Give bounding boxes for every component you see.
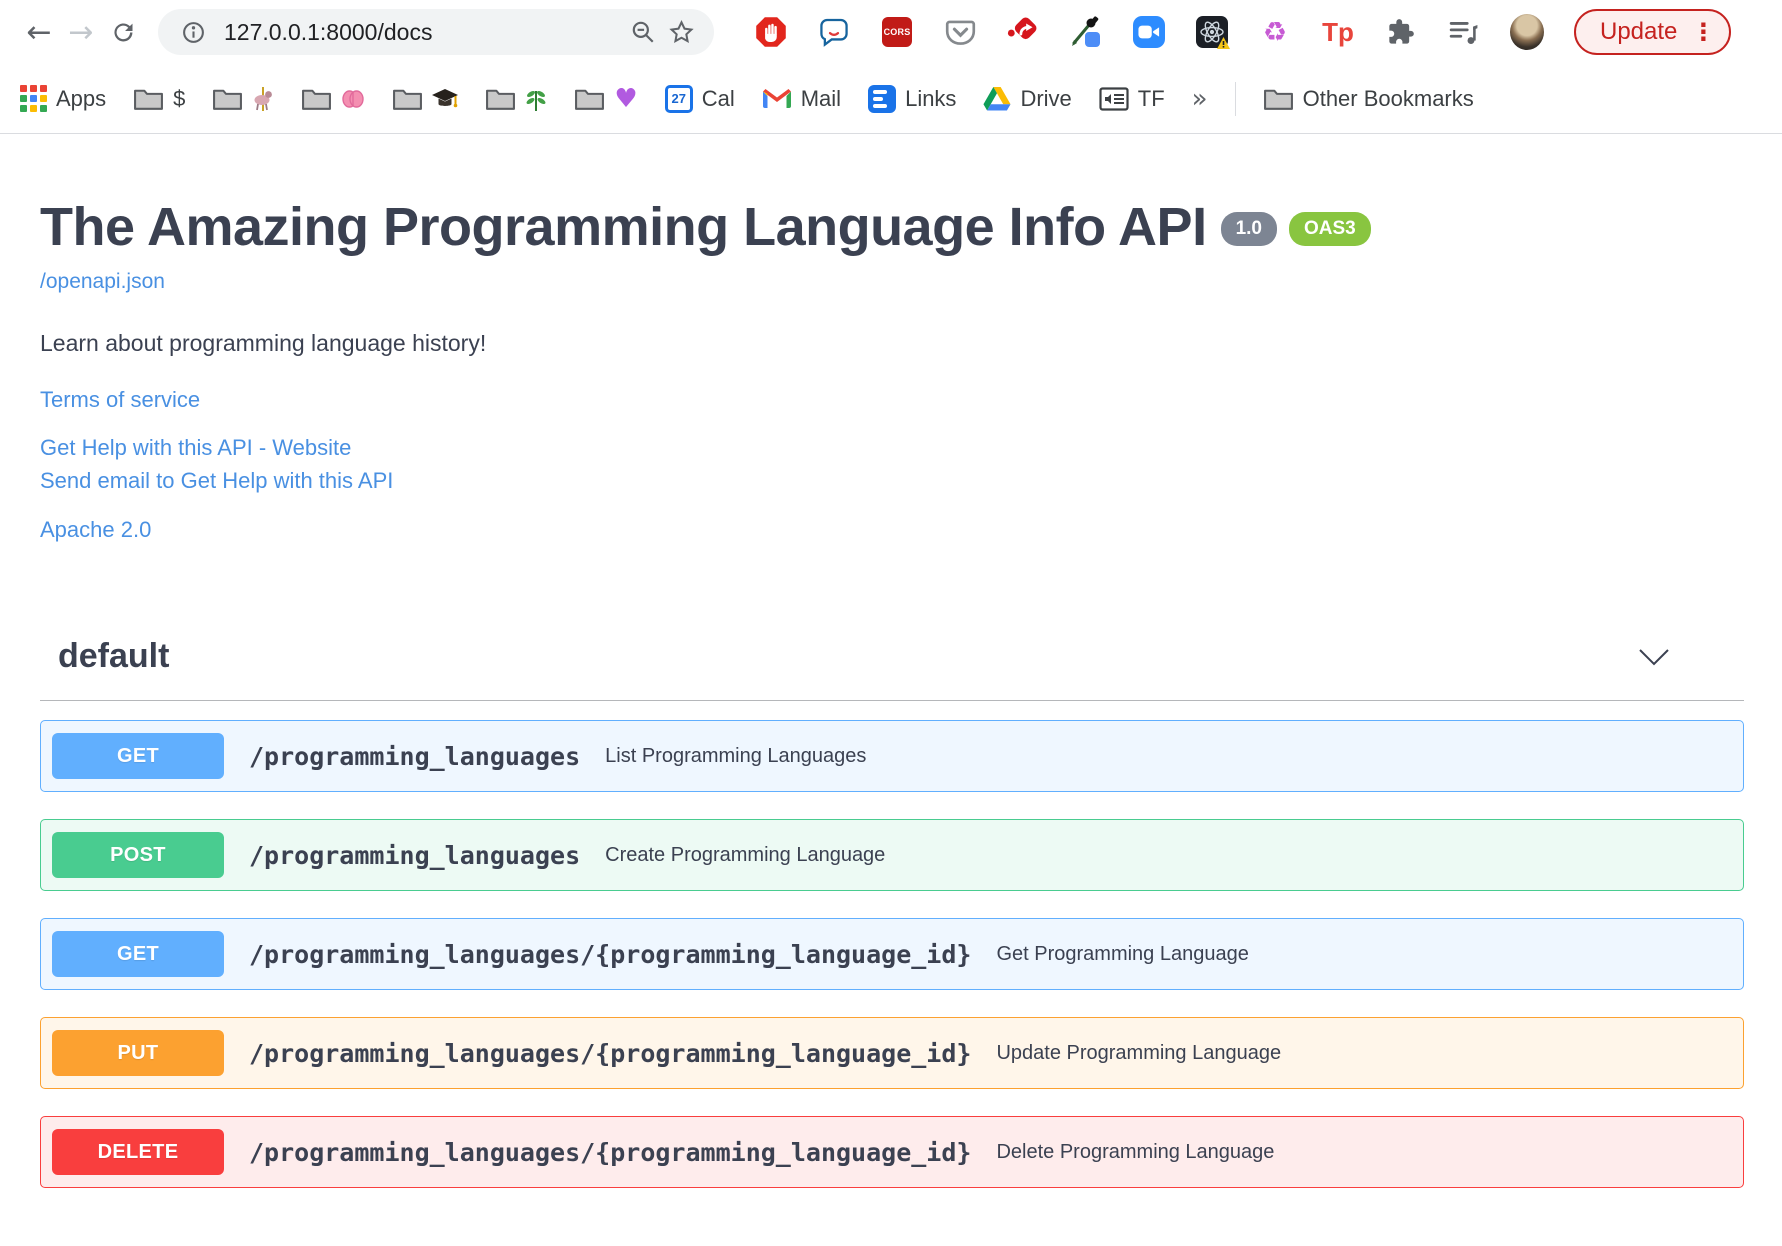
bookmark-drive[interactable]: Drive [983, 86, 1072, 112]
zoom-level-icon[interactable] [624, 13, 662, 51]
endpoint-path: /programming_languages/{programming_lang… [249, 1038, 972, 1068]
endpoint-row[interactable]: POST /programming_languages Create Progr… [40, 819, 1744, 891]
cors-icon[interactable]: CORS [880, 15, 914, 49]
browser-toolbar: ← → 127.0.0.1:8000/docs CORS ♻ Tp Update… [0, 0, 1782, 64]
method-badge: POST [52, 832, 224, 878]
forward-icon: → [68, 14, 94, 50]
method-badge: PUT [52, 1030, 224, 1076]
reload-icon[interactable] [102, 11, 144, 53]
apps-grid-icon [20, 85, 47, 112]
page-title: The Amazing Programming Language Info AP… [40, 197, 1207, 257]
bookmark-folder-carousel-horse[interactable] [212, 85, 274, 112]
bookmarks-divider [1234, 81, 1236, 116]
apps-shortcut[interactable]: Apps [20, 85, 106, 112]
chevron-down-icon[interactable] [1638, 648, 1670, 666]
purple-heart-icon: ♥ [614, 83, 638, 114]
bookmark-folder-purple-heart[interactable]: ♥ [574, 83, 638, 114]
carousel-horse-icon [254, 86, 273, 111]
url-text[interactable]: 127.0.0.1:8000/docs [224, 19, 624, 46]
folder-icon [575, 89, 605, 110]
profile-avatar[interactable] [1510, 14, 1544, 50]
api-description: Learn about programming language history… [40, 330, 487, 356]
tp-extension-icon[interactable]: Tp [1321, 15, 1355, 49]
gmail-icon [762, 89, 791, 108]
license-link[interactable]: Apache 2.0 [40, 517, 1744, 543]
recycle-extension-icon[interactable]: ♻ [1258, 15, 1292, 49]
endpoint-summary: List Programming Languages [605, 744, 867, 767]
bookmark-links[interactable]: Links [868, 84, 956, 113]
back-icon[interactable]: ← [18, 11, 60, 53]
chat-bubble-icon[interactable] [817, 15, 851, 49]
bookmark-calendar[interactable]: 27 Cal [664, 84, 735, 113]
default-section-header[interactable]: default [40, 637, 1744, 701]
folder-icon [393, 89, 423, 110]
eyedropper-icon[interactable] [1069, 15, 1103, 49]
oas3-badge: OAS3 [1289, 212, 1371, 246]
bookmark-folder-dollar[interactable]: $ [133, 85, 185, 112]
bookmark-folder-brain[interactable] [301, 85, 365, 112]
herb-icon [526, 90, 546, 111]
google-calendar-icon: 27 [664, 84, 693, 113]
zoom-app-icon[interactable] [1132, 15, 1166, 49]
playlist-icon[interactable] [1447, 15, 1481, 49]
endpoint-summary: Update Programming Language [996, 1041, 1282, 1064]
update-button[interactable]: Update ⋮ [1574, 9, 1732, 55]
method-badge: GET [52, 931, 224, 977]
endpoint-summary: Get Programming Language [996, 942, 1249, 965]
folder-icon [1263, 89, 1293, 110]
method-badge: GET [52, 733, 224, 779]
method-badge: DELETE [52, 1129, 224, 1175]
endpoint-path: /programming_languages/{programming_lang… [249, 1137, 972, 1167]
endpoint-row[interactable]: DELETE /programming_languages/{programmi… [40, 1116, 1744, 1188]
tf-card-icon [1099, 86, 1129, 111]
bookmarks-bar: Apps $ ♥ 27 Cal Mail Links Drive TF » Ot… [0, 64, 1782, 134]
folder-icon [302, 89, 332, 110]
folder-icon [213, 89, 243, 110]
puzzle-extensions-icon[interactable] [1384, 15, 1418, 49]
help-email-link[interactable]: Send email to Get Help with this API [40, 464, 1744, 497]
menu-kebab-icon[interactable]: ⋮ [1691, 18, 1715, 46]
section-title: default [58, 637, 170, 675]
endpoint-path: /programming_languages [249, 741, 581, 771]
react-devtools-icon[interactable] [1195, 15, 1230, 49]
endpoints-list: GET /programming_languages List Programm… [40, 720, 1744, 1188]
openapi-json-link[interactable]: /openapi.json [40, 270, 165, 294]
folder-icon [134, 89, 164, 110]
bookmarks-overflow-chevron[interactable]: » [1192, 84, 1208, 114]
endpoint-row[interactable]: GET /programming_languages/{programming_… [40, 918, 1744, 990]
bookmark-tf[interactable]: TF [1099, 86, 1165, 112]
brain-icon [342, 89, 365, 108]
adblock-icon[interactable] [754, 15, 788, 49]
links-icon [868, 84, 897, 113]
help-website-link[interactable]: Get Help with this API - Website [40, 431, 1744, 464]
endpoint-summary: Delete Programming Language [996, 1140, 1275, 1163]
swagger-page: The Amazing Programming Language Info AP… [0, 134, 1782, 1188]
bookmark-mail[interactable]: Mail [762, 86, 841, 112]
version-badge: 1.0 [1220, 212, 1277, 246]
other-bookmarks[interactable]: Other Bookmarks [1263, 85, 1474, 112]
pocket-icon[interactable] [943, 15, 977, 49]
endpoint-path: /programming_languages [249, 840, 581, 870]
address-bar[interactable]: 127.0.0.1:8000/docs [158, 9, 714, 55]
graduation-cap-icon [432, 88, 459, 107]
endpoint-path: /programming_languages/{programming_lang… [249, 939, 972, 969]
bookmark-folder-herb[interactable] [485, 85, 547, 112]
endpoint-summary: Create Programming Language [605, 843, 886, 866]
bookmark-star-icon[interactable] [662, 13, 700, 51]
google-drive-icon [983, 87, 1011, 111]
extensions-row: CORS ♻ Tp [754, 14, 1544, 50]
page-info-icon[interactable] [174, 13, 212, 51]
folder-icon [486, 89, 516, 110]
endpoint-row[interactable]: PUT /programming_languages/{programming_… [40, 1017, 1744, 1089]
endpoint-row[interactable]: GET /programming_languages List Programm… [40, 720, 1744, 792]
terms-of-service-link[interactable]: Terms of service [40, 387, 1744, 413]
bookmark-folder-graduation[interactable] [392, 85, 459, 112]
shortcut-arrow-icon[interactable] [1006, 15, 1040, 49]
